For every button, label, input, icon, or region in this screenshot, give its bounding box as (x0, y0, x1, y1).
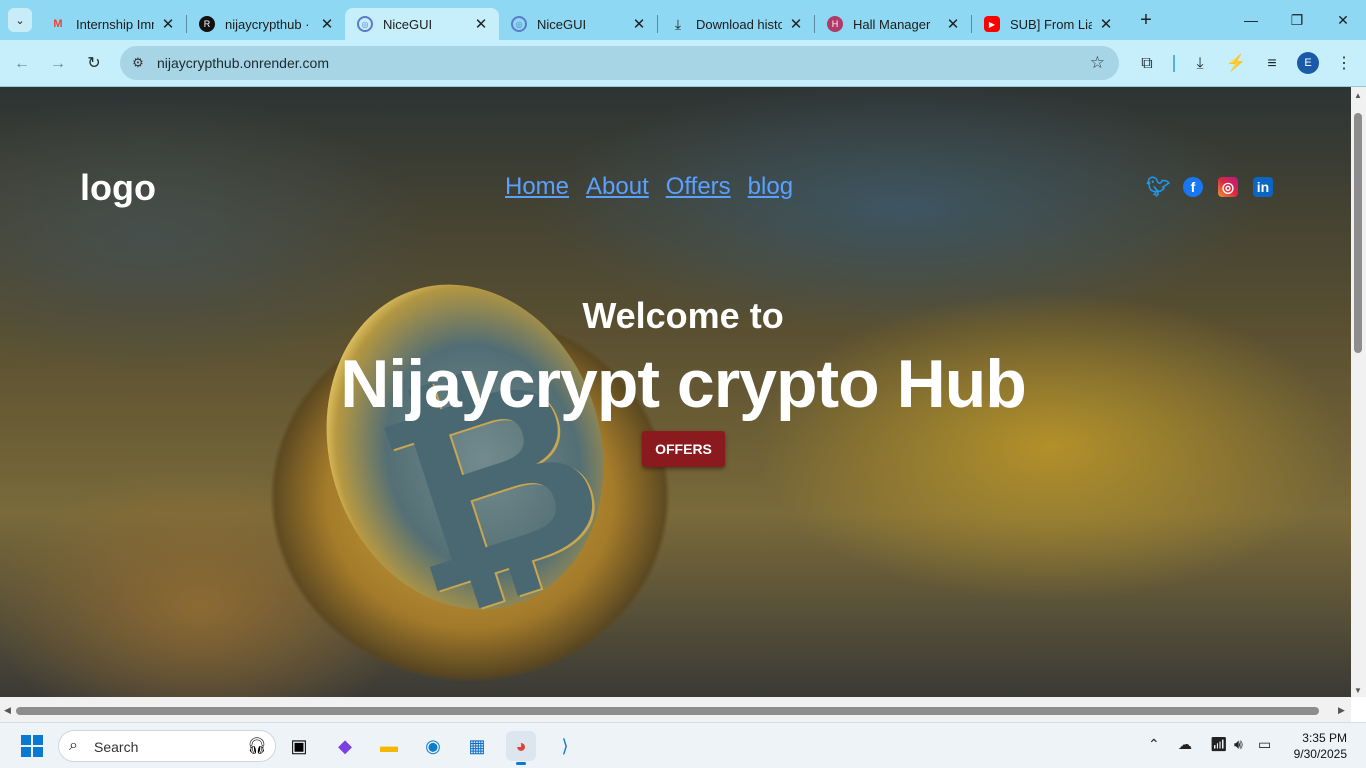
nav-link-about[interactable]: About (586, 173, 649, 201)
tab-title: nijaycrypthub · (225, 16, 310, 32)
m365-copilot-icon[interactable]: ◆ (330, 731, 360, 761)
hero-title: Nijaycrypt crypto Hub (340, 346, 1027, 422)
close-window-icon[interactable]: ✕ (1320, 0, 1366, 40)
facebook-icon[interactable]: f (1183, 177, 1203, 197)
tab-download-history[interactable]: ⤓ Download histor ✕ (658, 8, 814, 40)
tab-title: NiceGUI (383, 16, 433, 32)
close-icon[interactable]: ✕ (945, 15, 961, 33)
linkedin-icon[interactable]: in (1253, 177, 1273, 197)
nav-link-blog[interactable]: blog (748, 173, 793, 201)
active-app-indicator (516, 762, 526, 765)
download-icon: ⤓ (674, 15, 682, 32)
globe-icon: ◎ (511, 16, 527, 32)
vertical-scrollbar[interactable]: ▲ ▼ (1351, 87, 1366, 697)
close-icon[interactable]: ✕ (160, 15, 176, 33)
tab-title: Internship Imme (76, 16, 154, 32)
url-text[interactable]: nijaycrypthub.onrender.com (157, 55, 329, 71)
clock-time: 3:35 PM (1302, 731, 1347, 745)
taskbar-search[interactable]: ⌕ Search 🎧︎ (58, 730, 276, 762)
back-arrow-icon[interactable]: ← (10, 52, 34, 76)
chrome-icon[interactable]: ◕ (506, 731, 536, 765)
vscode-icon[interactable]: ⟩ (550, 731, 580, 761)
search-highlight-icon: 🎧︎ (246, 738, 267, 755)
site-nav: Home About Offers blog (505, 173, 793, 201)
volume-icon[interactable]: 🔊︎ (1234, 736, 1243, 753)
scroll-left-icon[interactable]: ◀ (4, 705, 11, 716)
menu-kebab-icon[interactable]: ⋮ (1332, 52, 1356, 76)
horizontal-scroll-thumb[interactable] (16, 707, 1319, 715)
browser-toolbar: ← → ↻ ⚙ nijaycrypthub.onrender.com ☆ ⧉ ⤓… (0, 40, 1366, 87)
windows-taskbar: ⌕ Search 🎧︎ ▣ ◆ ▬ ◉ ▦ ◕ ⟩ ⌃ ☁ 📶︎ 🔊︎ ▭ 3:… (0, 722, 1366, 768)
hero-subtitle: Welcome to (582, 295, 784, 336)
restore-icon[interactable]: ❐ (1274, 0, 1320, 40)
tab-search-icon[interactable]: ⌄ (8, 8, 32, 32)
tab-nicegui-active[interactable]: ◎ NiceGUI ✕ (345, 8, 499, 40)
tab-youtube[interactable]: ▶ SUB] From Liar i ✕ (972, 8, 1124, 40)
tab-title: Download histor (696, 16, 782, 32)
tab-nicegui[interactable]: ◎ NiceGUI ✕ (499, 8, 657, 40)
taskbar-search-label: Search (94, 739, 139, 755)
onedrive-icon[interactable]: ☁ (1178, 736, 1192, 753)
tab-gmail[interactable]: M Internship Imme ✕ (38, 8, 186, 40)
search-icon: ⌕ (69, 737, 78, 754)
new-tab-icon[interactable]: + (1136, 9, 1156, 32)
reload-icon[interactable]: ↻ (82, 52, 106, 76)
close-icon[interactable]: ✕ (788, 15, 804, 33)
minimize-icon[interactable]: — (1228, 0, 1274, 40)
profile-avatar[interactable]: E (1297, 52, 1319, 74)
edge-icon[interactable]: ◉ (418, 731, 448, 761)
vertical-scroll-thumb[interactable] (1354, 113, 1362, 353)
system-clock[interactable]: 3:35 PM 9/30/2025 (1294, 730, 1347, 762)
media-controls-icon[interactable]: ≡ (1260, 52, 1284, 76)
performance-icon[interactable]: ⚡ (1224, 52, 1248, 76)
app-icon: H (827, 16, 843, 32)
tab-render[interactable]: R nijaycrypthub · ✕ (187, 8, 345, 40)
nav-link-home[interactable]: Home (505, 173, 569, 201)
tab-title: Hall Manager (853, 16, 931, 32)
battery-icon[interactable]: ▭ (1258, 736, 1271, 753)
scroll-down-icon[interactable]: ▼ (1354, 686, 1362, 695)
toolbar-divider (1173, 55, 1175, 72)
close-icon[interactable]: ✕ (473, 15, 489, 33)
tab-title: NiceGUI (537, 16, 587, 32)
hero-section: ₿ logo Home About Offers blog 🐦︎ f ◎ in … (0, 87, 1351, 697)
file-explorer-icon[interactable]: ▬ (374, 731, 404, 761)
windows-start-icon[interactable] (21, 735, 43, 757)
offers-button[interactable]: OFFERS (642, 431, 725, 467)
instagram-icon[interactable]: ◎ (1218, 177, 1238, 197)
store-icon[interactable]: ▦ (462, 731, 492, 761)
close-icon[interactable]: ✕ (319, 15, 335, 33)
close-icon[interactable]: ✕ (631, 15, 647, 33)
address-bar[interactable]: ⚙ nijaycrypthub.onrender.com ☆ (120, 46, 1119, 80)
scroll-up-icon[interactable]: ▲ (1354, 91, 1362, 100)
twitter-icon[interactable]: 🐦︎ (1146, 177, 1170, 198)
gmail-icon: M (53, 18, 63, 30)
downloads-icon[interactable]: ⤓ (1188, 52, 1212, 76)
clock-date: 9/30/2025 (1293, 747, 1347, 761)
social-links: 🐦︎ f ◎ in (1146, 177, 1273, 198)
globe-icon: ◎ (357, 16, 373, 32)
youtube-icon: ▶ (984, 16, 1000, 32)
tray-overflow-chevron-icon[interactable]: ⌃ (1148, 736, 1160, 753)
bookmark-star-icon[interactable]: ☆ (1090, 53, 1105, 73)
window-controls: — ❐ ✕ (1228, 0, 1366, 40)
task-view-icon[interactable]: ▣ (284, 731, 314, 761)
site-logo[interactable]: logo (80, 167, 156, 209)
site-settings-icon[interactable]: ⚙ (129, 54, 147, 72)
horizontal-scrollbar[interactable]: ◀ ▶ (0, 697, 1351, 725)
extensions-icon[interactable]: ⧉ (1135, 52, 1159, 76)
wifi-icon[interactable]: 📶︎ (1210, 736, 1228, 753)
close-icon[interactable]: ✕ (1098, 15, 1114, 33)
tab-title: SUB] From Liar i (1010, 16, 1092, 32)
scroll-right-icon[interactable]: ▶ (1338, 705, 1345, 716)
tab-strip: ⌄ M Internship Imme ✕ R nijaycrypthub · … (0, 0, 1366, 40)
nav-link-offers[interactable]: Offers (666, 173, 731, 201)
tab-hall-manager[interactable]: H Hall Manager ✕ (815, 8, 971, 40)
forward-arrow-icon[interactable]: → (46, 52, 70, 76)
render-icon: R (199, 16, 215, 32)
